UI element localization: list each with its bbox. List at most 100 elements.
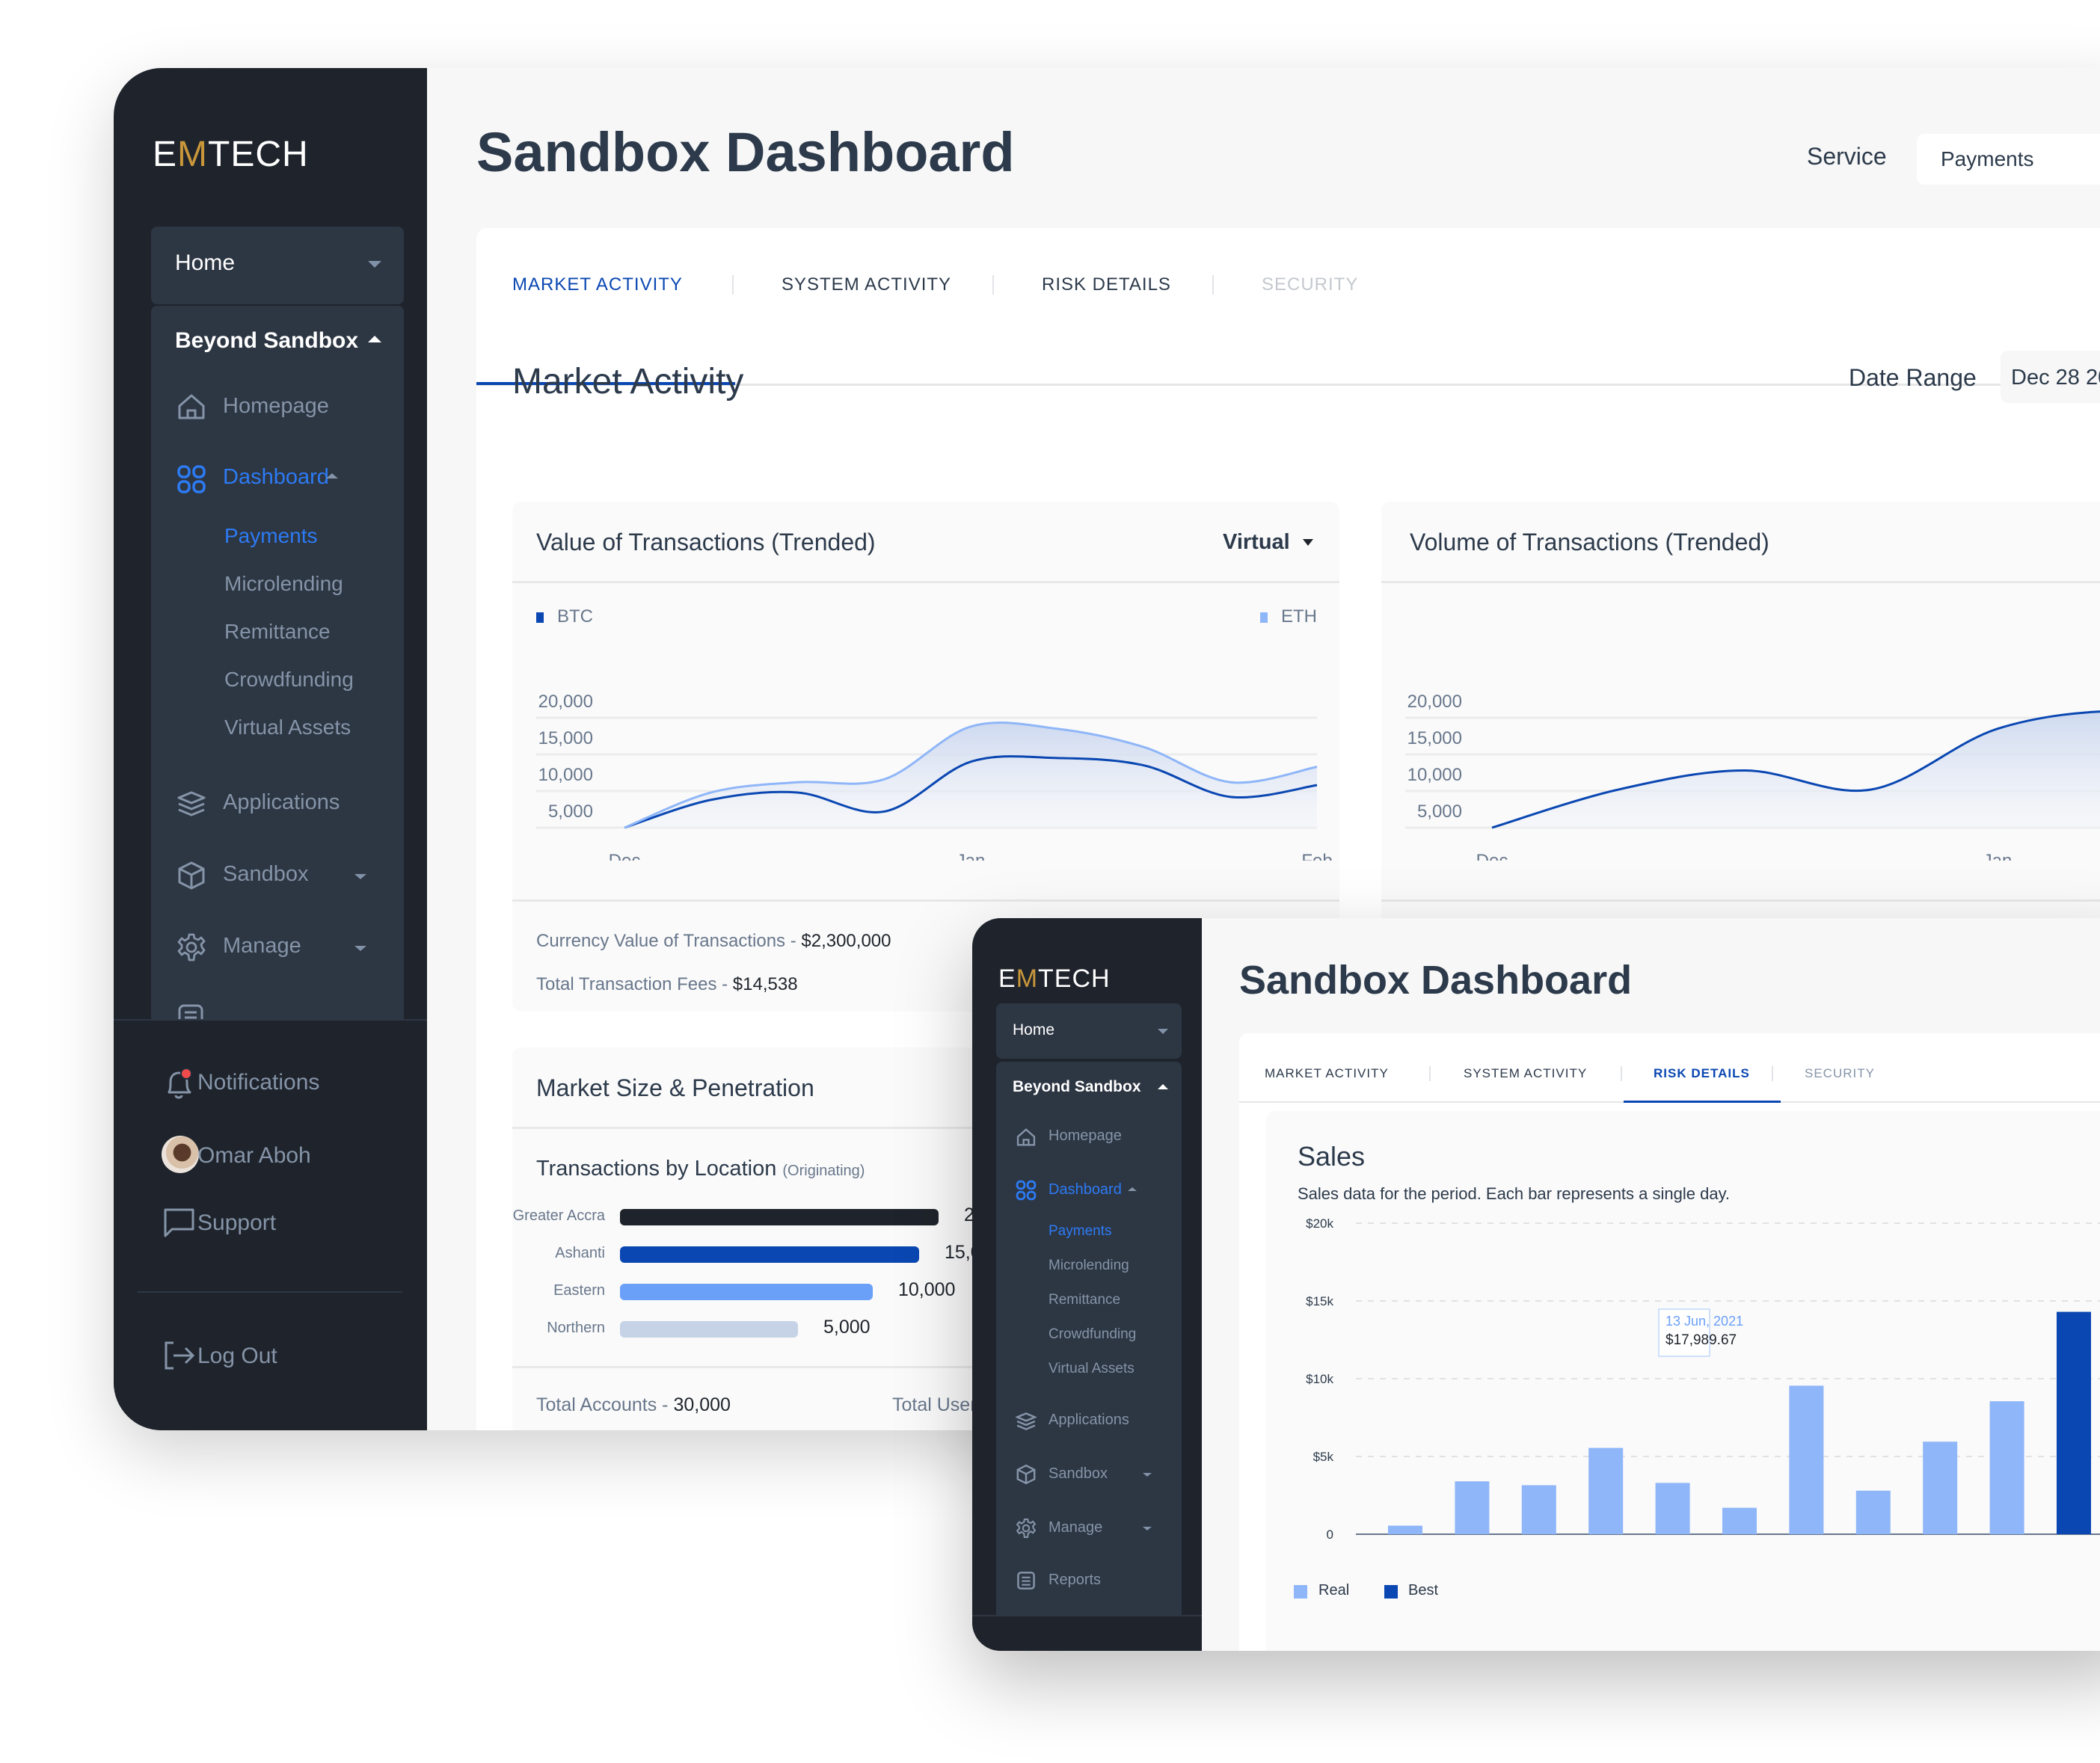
chevron-up-icon[interactable] <box>1158 1084 1168 1089</box>
value-trend-chart: 5,000 10,000 15,000 20,000 Dec Jan Feb <box>536 692 1333 861</box>
virtual-dropdown[interactable]: Virtual <box>1223 530 1290 555</box>
location-bar <box>620 1209 939 1225</box>
risk-details-panel: MARKET ACTIVITY SYSTEM ACTIVITY RISK DET… <box>1239 1033 2100 1651</box>
area-fill <box>624 722 1317 828</box>
sidebar-subitem-microlending[interactable]: Microlending <box>1049 1258 1129 1274</box>
sidebar-item-applications[interactable]: Applications <box>1049 1412 1129 1429</box>
front-dashboard-window: EMTECH Home Beyond Sandbox Homepage Dash… <box>972 918 2100 1651</box>
real-legend-swatch <box>1294 1585 1307 1599</box>
sidebar-item-homepage[interactable]: Homepage <box>1049 1127 1122 1145</box>
card-divider <box>512 899 1339 902</box>
volume-trend-chart: 5,000 10,000 15,000 20,000 Dec Jan <box>1405 692 2100 861</box>
support-link[interactable]: Support <box>197 1210 276 1236</box>
sidebar-home-dropdown[interactable]: Home <box>996 1003 1182 1059</box>
sidebar-subitem-microlending[interactable]: Microlending <box>224 572 343 596</box>
card-divider <box>512 581 1339 583</box>
card-title: Volume of Transactions (Trended) <box>1410 529 1769 556</box>
bar-category-label: Northern <box>547 1320 605 1336</box>
tab-separator <box>1772 1066 1773 1081</box>
location-bar <box>620 1246 919 1263</box>
legend-btc: BTC <box>557 606 593 627</box>
y-tick-label: $5k <box>1313 1450 1334 1464</box>
bar-best <box>2057 1311 2091 1534</box>
cube-icon <box>1016 1464 1037 1489</box>
chevron-down-icon <box>1158 1029 1168 1034</box>
reports-icon <box>1017 1572 1035 1593</box>
tab-market-activity[interactable]: MARKET ACTIVITY <box>1265 1066 1429 1081</box>
chevron-down-icon[interactable] <box>1143 1527 1152 1530</box>
card-title: Market Size & Penetration <box>536 1074 814 1101</box>
sidebar-subitem-payments[interactable]: Payments <box>1049 1223 1111 1240</box>
card-divider <box>1381 899 2100 902</box>
tab-security[interactable]: SECURITY <box>1805 1066 1875 1081</box>
tab-risk-details[interactable]: RISK DETAILS <box>1654 1066 1772 1081</box>
bar-real <box>1655 1483 1690 1534</box>
home-icon <box>1016 1127 1037 1151</box>
bar-real <box>1455 1481 1490 1534</box>
service-select[interactable]: Payments <box>1917 134 2100 185</box>
x-tick-label: Jan <box>957 851 986 861</box>
tab-market-activity[interactable]: MARKET ACTIVITY <box>512 274 732 295</box>
chevron-down-icon[interactable] <box>1143 1473 1152 1477</box>
sidebar-item-sandbox[interactable]: Sandbox <box>223 862 309 887</box>
card-divider <box>1381 581 2100 583</box>
chat-icon <box>163 1207 196 1243</box>
sidebar-item-manage[interactable]: Manage <box>223 934 301 959</box>
tab-security[interactable]: SECURITY <box>1262 274 1358 295</box>
chart-tooltip: 13 Jun, 2021 $17,989.67 <box>1658 1308 1743 1357</box>
sidebar-item-homepage[interactable]: Homepage <box>223 394 329 419</box>
chevron-down-icon[interactable] <box>354 874 366 879</box>
chevron-down-icon[interactable] <box>354 946 366 951</box>
sidebar-item-dashboard[interactable]: Dashboard <box>223 465 329 490</box>
layers-icon <box>1014 1412 1038 1435</box>
sidebar-subitem-remittance[interactable]: Remittance <box>1049 1292 1120 1308</box>
notifications-link[interactable]: Notifications <box>197 1070 319 1095</box>
sidebar: EMTECH Home Beyond Sandbox Homepage Dash… <box>114 68 427 1430</box>
x-tick-label: Dec <box>1476 851 1508 861</box>
y-tick-label: 20,000 <box>1407 692 1462 712</box>
sidebar-item-reports[interactable]: Reports <box>1049 1572 1101 1589</box>
beyond-sandbox-label[interactable]: Beyond Sandbox <box>1013 1078 1141 1096</box>
chevron-up-icon[interactable] <box>326 473 338 479</box>
sidebar-item-applications[interactable]: Applications <box>223 790 340 815</box>
bar-category-label: Eastern <box>553 1282 605 1299</box>
sidebar-subitem-crowdfunding[interactable]: Crowdfunding <box>224 668 354 692</box>
bar-real <box>1388 1525 1422 1534</box>
sidebar-subitem-virtual-assets[interactable]: Virtual Assets <box>224 716 351 739</box>
service-label: Service <box>1807 143 1887 170</box>
active-tab-indicator <box>1624 1101 1781 1103</box>
bar-category-label: Ashanti <box>555 1245 605 1261</box>
logout-link[interactable]: Log Out <box>197 1344 277 1369</box>
sidebar-subitem-virtual-assets[interactable]: Virtual Assets <box>1049 1361 1135 1377</box>
sidebar-home-dropdown[interactable]: Home <box>151 227 404 304</box>
chevron-down-icon[interactable] <box>1303 539 1313 546</box>
footer-divider <box>138 1291 402 1293</box>
avatar[interactable] <box>162 1136 199 1173</box>
cube-icon <box>176 861 206 894</box>
sidebar-subitem-crowdfunding[interactable]: Crowdfunding <box>1049 1326 1136 1343</box>
currency-value-stat: Currency Value of Transactions - $2,300,… <box>536 931 891 951</box>
y-tick-label: 10,000 <box>538 765 593 785</box>
sidebar-item-sandbox[interactable]: Sandbox <box>1049 1465 1108 1483</box>
gear-icon <box>1016 1518 1037 1542</box>
bar-real <box>1722 1507 1757 1534</box>
home-label: Home <box>1013 1021 1055 1039</box>
tab-system-activity[interactable]: SYSTEM ACTIVITY <box>1464 1066 1621 1081</box>
sidebar-item-manage[interactable]: Manage <box>1049 1519 1102 1536</box>
chevron-down-icon <box>368 261 381 268</box>
sidebar-subitem-remittance[interactable]: Remittance <box>224 620 331 644</box>
bar-real <box>1588 1447 1624 1534</box>
user-name[interactable]: Omar Aboh <box>197 1143 311 1169</box>
sidebar-subitem-payments[interactable]: Payments <box>224 524 318 548</box>
page-title: Sandbox Dashboard <box>476 121 1015 183</box>
chevron-up-icon[interactable] <box>1128 1187 1137 1191</box>
sidebar-item-dashboard[interactable]: Dashboard <box>1049 1181 1122 1199</box>
beyond-sandbox-label[interactable]: Beyond Sandbox <box>175 328 358 354</box>
x-tick-label: Feb <box>1301 851 1332 861</box>
chevron-up-icon[interactable] <box>368 336 381 342</box>
bar-value-label: 5,000 <box>823 1317 871 1338</box>
date-range-picker[interactable]: Dec 28 2021 - Feb 3 <box>2001 351 2100 403</box>
layers-icon <box>176 790 206 821</box>
tab-risk-details[interactable]: RISK DETAILS <box>1042 274 1212 295</box>
tab-system-activity[interactable]: SYSTEM ACTIVITY <box>782 274 992 295</box>
